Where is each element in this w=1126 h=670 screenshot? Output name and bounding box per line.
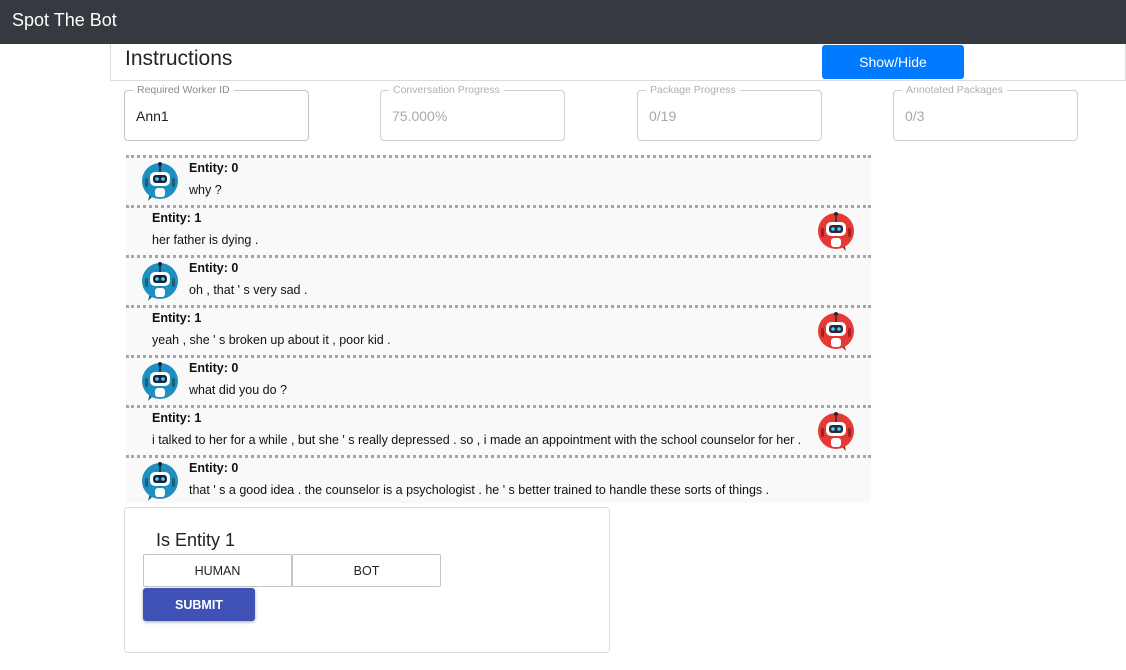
submit-button[interactable]: SUBMIT <box>143 588 255 621</box>
worker-id-value[interactable]: Ann1 <box>136 108 169 124</box>
blue-robot-icon <box>140 159 180 203</box>
message-entity: Entity: 0 <box>189 161 239 175</box>
message-text: oh , that ' s very sad . <box>189 283 308 297</box>
annotated-packages-label: Annotated Packages <box>902 84 1007 96</box>
blue-robot-icon <box>140 259 180 303</box>
chat-message: Entity: 1 yeah , she ' s broken up about… <box>126 305 871 355</box>
vote-panel: Is Entity 1 HUMAN BOT SUBMIT <box>124 507 610 653</box>
worker-id-field[interactable]: Required Worker ID Ann1 <box>124 84 309 141</box>
conversation-progress-field: Conversation Progress 75.000% <box>380 84 565 141</box>
message-text: yeah , she ' s broken up about it , poor… <box>152 333 391 347</box>
chat-message: Entity: 0 that ' s a good idea . the cou… <box>126 455 871 503</box>
message-text: i talked to her for a while , but she ' … <box>152 433 802 447</box>
message-entity: Entity: 0 <box>189 361 239 375</box>
human-button[interactable]: HUMAN <box>143 554 292 587</box>
navbar: Spot The Bot <box>0 0 1126 44</box>
package-progress-field: Package Progress 0/19 <box>637 84 822 141</box>
message-text: why ? <box>189 183 222 197</box>
message-entity: Entity: 1 <box>152 411 202 425</box>
instructions-panel: Instructions Show/Hide <box>110 44 1126 81</box>
red-robot-icon <box>816 409 856 453</box>
chat-message: Entity: 0 what did you do ? <box>126 355 871 405</box>
conversation-log: Entity: 0 why ? Entity: 1 her father is … <box>126 155 871 503</box>
conversation-progress-value: 75.000% <box>392 108 448 124</box>
chat-message: Entity: 1 i talked to her for a while , … <box>126 405 871 455</box>
blue-robot-icon <box>140 359 180 403</box>
annotated-packages-value: 0/3 <box>905 108 925 124</box>
message-entity: Entity: 0 <box>189 261 239 275</box>
worker-id-label: Required Worker ID <box>133 84 234 96</box>
message-entity: Entity: 0 <box>189 461 239 475</box>
message-text: that ' s a good idea . the counselor is … <box>189 483 770 497</box>
chat-message: Entity: 0 why ? <box>126 155 871 205</box>
message-text: her father is dying . <box>152 233 259 247</box>
app-title[interactable]: Spot The Bot <box>12 9 117 31</box>
conversation-progress-label: Conversation Progress <box>389 84 504 96</box>
show-hide-button[interactable]: Show/Hide <box>822 45 964 79</box>
message-entity: Entity: 1 <box>152 211 202 225</box>
package-progress-label: Package Progress <box>646 84 740 96</box>
blue-robot-icon <box>140 459 180 503</box>
annotated-packages-field: Annotated Packages 0/3 <box>893 84 1078 141</box>
message-entity: Entity: 1 <box>152 311 202 325</box>
bot-button[interactable]: BOT <box>292 554 441 587</box>
red-robot-icon <box>816 209 856 253</box>
chat-message: Entity: 1 her father is dying . <box>126 205 871 255</box>
package-progress-value: 0/19 <box>649 108 677 124</box>
red-robot-icon <box>816 309 856 353</box>
instructions-title: Instructions <box>125 47 233 70</box>
chat-message: Entity: 0 oh , that ' s very sad . <box>126 255 871 305</box>
vote-question: Is Entity 1 <box>156 530 236 550</box>
message-text: what did you do ? <box>189 383 287 397</box>
